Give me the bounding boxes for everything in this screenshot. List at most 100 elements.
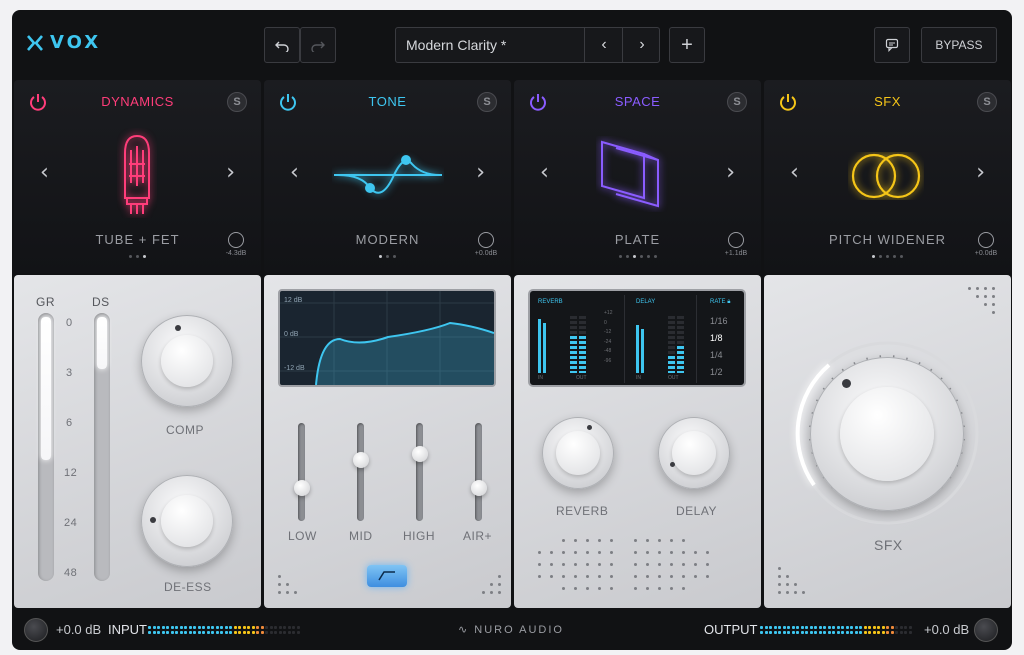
- meter-dot: [188, 626, 192, 629]
- high-fader-track[interactable]: [411, 423, 428, 521]
- meter-dot: [148, 626, 151, 629]
- meter-dot: [782, 631, 786, 634]
- out-label: OUT: [668, 375, 679, 381]
- chevron-right-icon[interactable]: ›: [976, 160, 985, 185]
- space-panel: REVERB DELAY RATE 🔒︎ +12 0 -12 -24 -48 -96 IN…: [514, 275, 761, 608]
- module-title: DYNAMICS: [101, 94, 174, 109]
- ds-meter: [94, 313, 110, 581]
- next-preset-button[interactable]: ›: [623, 28, 661, 62]
- meter-dot: [868, 631, 871, 634]
- tone-panel: 12 dB 0 dB -12 dB LOW MID HIGH AIR+: [264, 275, 511, 608]
- scale-tick: 3: [66, 367, 73, 379]
- comp-knob[interactable]: [141, 315, 233, 407]
- plus-icon: +: [681, 33, 693, 56]
- reverb-knob[interactable]: [542, 417, 614, 489]
- meter-dot: [877, 631, 880, 634]
- mid-label: MID: [349, 529, 373, 543]
- meter-dot: [791, 626, 795, 629]
- meter-segment: [579, 356, 586, 359]
- meter-dot: [193, 631, 196, 634]
- meter-dot: [184, 631, 187, 634]
- sfx-knob[interactable]: [810, 357, 964, 511]
- output-gain-knob[interactable]: [974, 618, 998, 642]
- scale-tick: 6: [66, 417, 73, 429]
- meter-segment: [677, 346, 684, 349]
- meter-dot: [233, 626, 237, 629]
- speaker-grille: [778, 567, 805, 594]
- sfx-panel: SFX: [764, 275, 1011, 608]
- rate-option[interactable]: 1/8: [710, 330, 728, 347]
- module-sfx[interactable]: SFX S ‹ › PITCH WIDENER +0.0dB: [764, 80, 1011, 273]
- grille-dot: [598, 563, 601, 566]
- module-tone[interactable]: TONE S ‹ › MODERN +0.0dB: [264, 80, 511, 273]
- chevron-right-icon[interactable]: ›: [226, 160, 235, 185]
- chevron-right-icon[interactable]: ›: [476, 160, 485, 185]
- feedback-button[interactable]: [874, 27, 910, 63]
- eq-scale-label: -12 dB: [284, 365, 305, 372]
- chevron-left-icon[interactable]: ‹: [790, 160, 799, 185]
- deess-knob[interactable]: [141, 475, 233, 567]
- meter-dot: [184, 626, 187, 629]
- meter-dot: [215, 631, 219, 634]
- output-gain-knob[interactable]: +0.0dB: [471, 232, 501, 257]
- grille-dot: [634, 539, 637, 542]
- meter-dot: [854, 626, 858, 629]
- output-gain-knob[interactable]: -4.3dB: [221, 232, 251, 257]
- preset-selector[interactable]: Modern Clarity * ‹ ›: [395, 27, 660, 63]
- solo-button[interactable]: S: [977, 92, 997, 112]
- meter-scale: +12 0 -12 -24 -48 -96: [604, 310, 613, 364]
- rate-option[interactable]: 1/4: [710, 347, 728, 364]
- input-gain-knob[interactable]: [24, 618, 48, 642]
- undo-button[interactable]: [264, 27, 300, 63]
- solo-button[interactable]: S: [477, 92, 497, 112]
- meter-segment: [677, 361, 684, 364]
- low-label: LOW: [288, 529, 317, 543]
- redo-button[interactable]: [300, 27, 336, 63]
- chevron-left-icon[interactable]: ‹: [290, 160, 299, 185]
- meter-dot: [850, 631, 853, 634]
- low-fader-track[interactable]: [293, 423, 310, 521]
- mid-fader-track[interactable]: [352, 423, 369, 521]
- add-preset-button[interactable]: +: [669, 27, 705, 63]
- meter-dot: [805, 631, 808, 634]
- grille-dot: [694, 563, 697, 566]
- prev-preset-button[interactable]: ‹: [585, 28, 623, 62]
- meter-dot: [832, 626, 835, 629]
- module-space[interactable]: SPACE S ‹ › PLATE +1.1dB: [514, 80, 761, 273]
- grille-dot: [550, 575, 553, 578]
- fader-thumb[interactable]: [470, 480, 487, 497]
- meter-dot: [175, 631, 178, 634]
- meter-dot: [152, 626, 156, 629]
- meter-dot: [854, 631, 858, 634]
- bypass-button[interactable]: BYPASS: [921, 27, 997, 63]
- chevron-right-icon[interactable]: ›: [726, 160, 735, 185]
- output-gain-knob[interactable]: +1.1dB: [721, 232, 751, 257]
- solo-button[interactable]: S: [727, 92, 747, 112]
- fader-thumb[interactable]: [352, 451, 369, 468]
- air-fader-track[interactable]: [470, 423, 487, 521]
- fader-thumb[interactable]: [411, 445, 428, 462]
- grille-dot: [694, 575, 697, 578]
- rate-option[interactable]: 1/16: [710, 313, 728, 330]
- chevron-left-icon[interactable]: ‹: [40, 160, 49, 185]
- module-dynamics[interactable]: DYNAMICS S ‹ › TUBE + FET -4.3dB: [14, 80, 261, 273]
- chevron-left-icon[interactable]: ‹: [540, 160, 549, 185]
- rate-option[interactable]: 1/2: [710, 364, 728, 381]
- grille-dot: [574, 551, 577, 554]
- meter-dot: [260, 626, 264, 629]
- meter-dot: [787, 626, 790, 629]
- level-bar: [641, 329, 644, 373]
- grille-dot: [670, 551, 673, 554]
- rate-list[interactable]: 1/16 1/8 1/4 1/2: [710, 313, 728, 381]
- fader-thumb[interactable]: [293, 480, 310, 497]
- meter-dot: [787, 631, 790, 634]
- meter-segment: [668, 316, 675, 319]
- delay-knob[interactable]: [658, 417, 730, 489]
- filter-button[interactable]: [367, 565, 407, 587]
- solo-button[interactable]: S: [227, 92, 247, 112]
- grille-dot: [694, 551, 697, 554]
- output-gain-knob[interactable]: +0.0dB: [971, 232, 1001, 257]
- grille-dot: [538, 575, 541, 578]
- meter-dot: [166, 626, 169, 629]
- grille-dot: [634, 563, 637, 566]
